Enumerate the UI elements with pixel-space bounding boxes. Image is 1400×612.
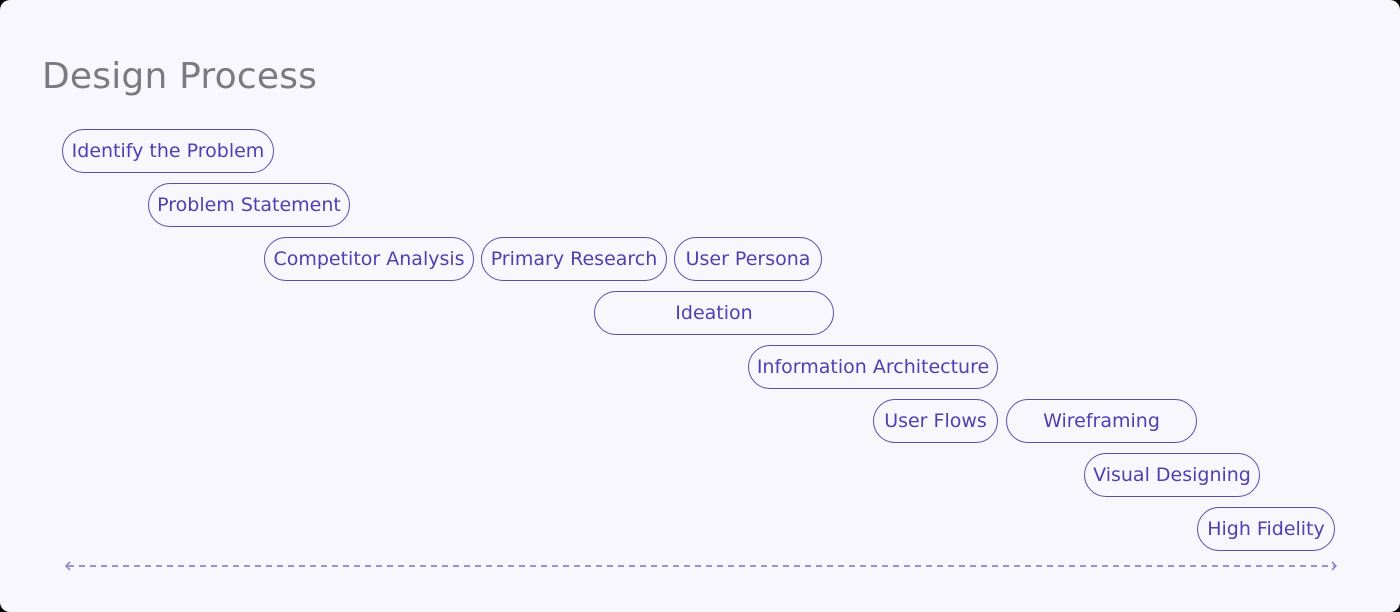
step-user-persona[interactable]: User Persona [674,237,822,281]
step-identify-the-problem[interactable]: Identify the Problem [62,129,274,173]
step-ideation[interactable]: Ideation [594,291,834,335]
timeline-axis [65,561,1337,571]
page-title: Design Process [42,56,318,97]
step-information-architecture[interactable]: Information Architecture [748,345,998,389]
step-high-fidelity[interactable]: High Fidelity [1197,507,1335,551]
step-visual-designing[interactable]: Visual Designing [1084,453,1260,497]
step-wireframing[interactable]: Wireframing [1006,399,1197,443]
step-primary-research[interactable]: Primary Research [481,237,667,281]
step-problem-statement[interactable]: Problem Statement [148,183,350,227]
step-competitor-analysis[interactable]: Competitor Analysis [264,237,474,281]
design-process-card: Design Process Identify the Problem Prob… [0,0,1400,612]
step-user-flows[interactable]: User Flows [873,399,998,443]
